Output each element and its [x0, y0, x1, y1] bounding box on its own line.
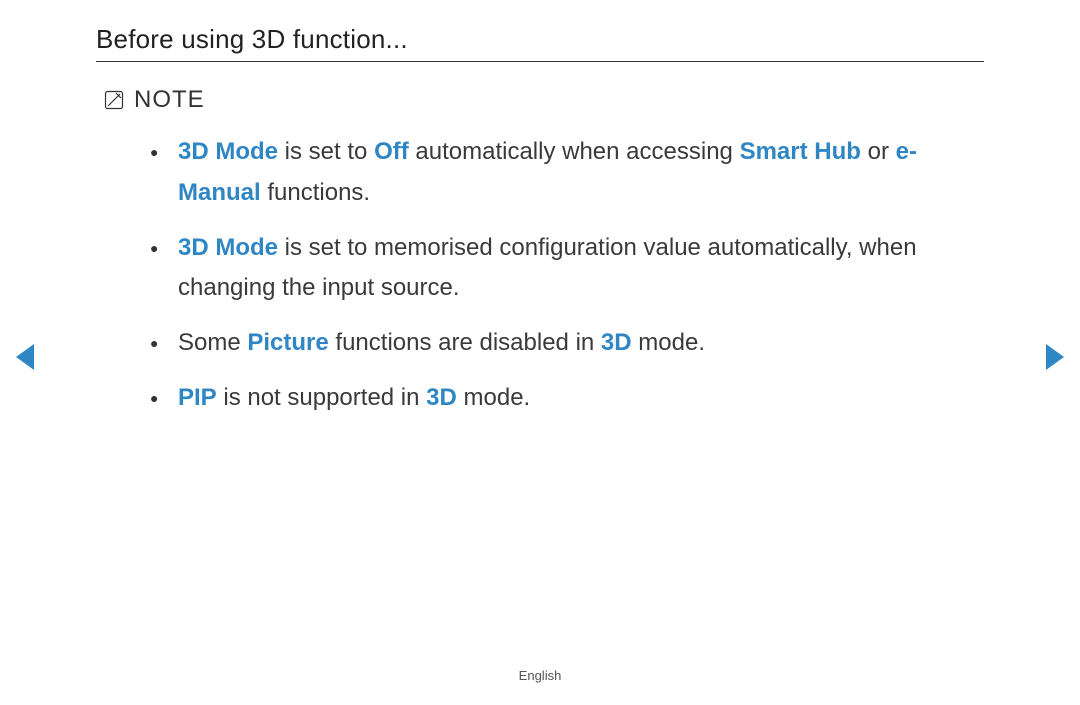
note-label: NOTE — [134, 86, 205, 114]
prev-page-button[interactable] — [14, 342, 38, 372]
list-item: PIP is not supported in 3D mode. — [150, 378, 984, 419]
term-3d-mode: 3D Mode — [178, 234, 278, 261]
term-off: Off — [374, 138, 409, 165]
triangle-left-icon — [14, 342, 38, 372]
note-bullet-list: 3D Mode is set to Off automatically when… — [96, 132, 984, 419]
list-item: 3D Mode is set to Off automatically when… — [150, 132, 984, 214]
footer-language: English — [0, 668, 1080, 683]
list-item: 3D Mode is set to memorised configuratio… — [150, 228, 984, 310]
triangle-right-icon — [1042, 342, 1066, 372]
term-3d: 3D — [426, 384, 457, 411]
term-smart-hub: Smart Hub — [740, 138, 861, 165]
next-page-button[interactable] — [1042, 342, 1066, 372]
list-item: Some Picture functions are disabled in 3… — [150, 323, 984, 364]
page-title: Before using 3D function... — [96, 24, 984, 62]
term-pip: PIP — [178, 384, 217, 411]
note-header: NOTE — [96, 86, 984, 114]
term-3d: 3D — [601, 329, 632, 356]
term-3d-mode: 3D Mode — [178, 138, 278, 165]
term-picture: Picture — [247, 329, 328, 356]
note-icon — [104, 90, 124, 110]
manual-page: Before using 3D function... NOTE 3D Mode… — [0, 0, 1080, 705]
